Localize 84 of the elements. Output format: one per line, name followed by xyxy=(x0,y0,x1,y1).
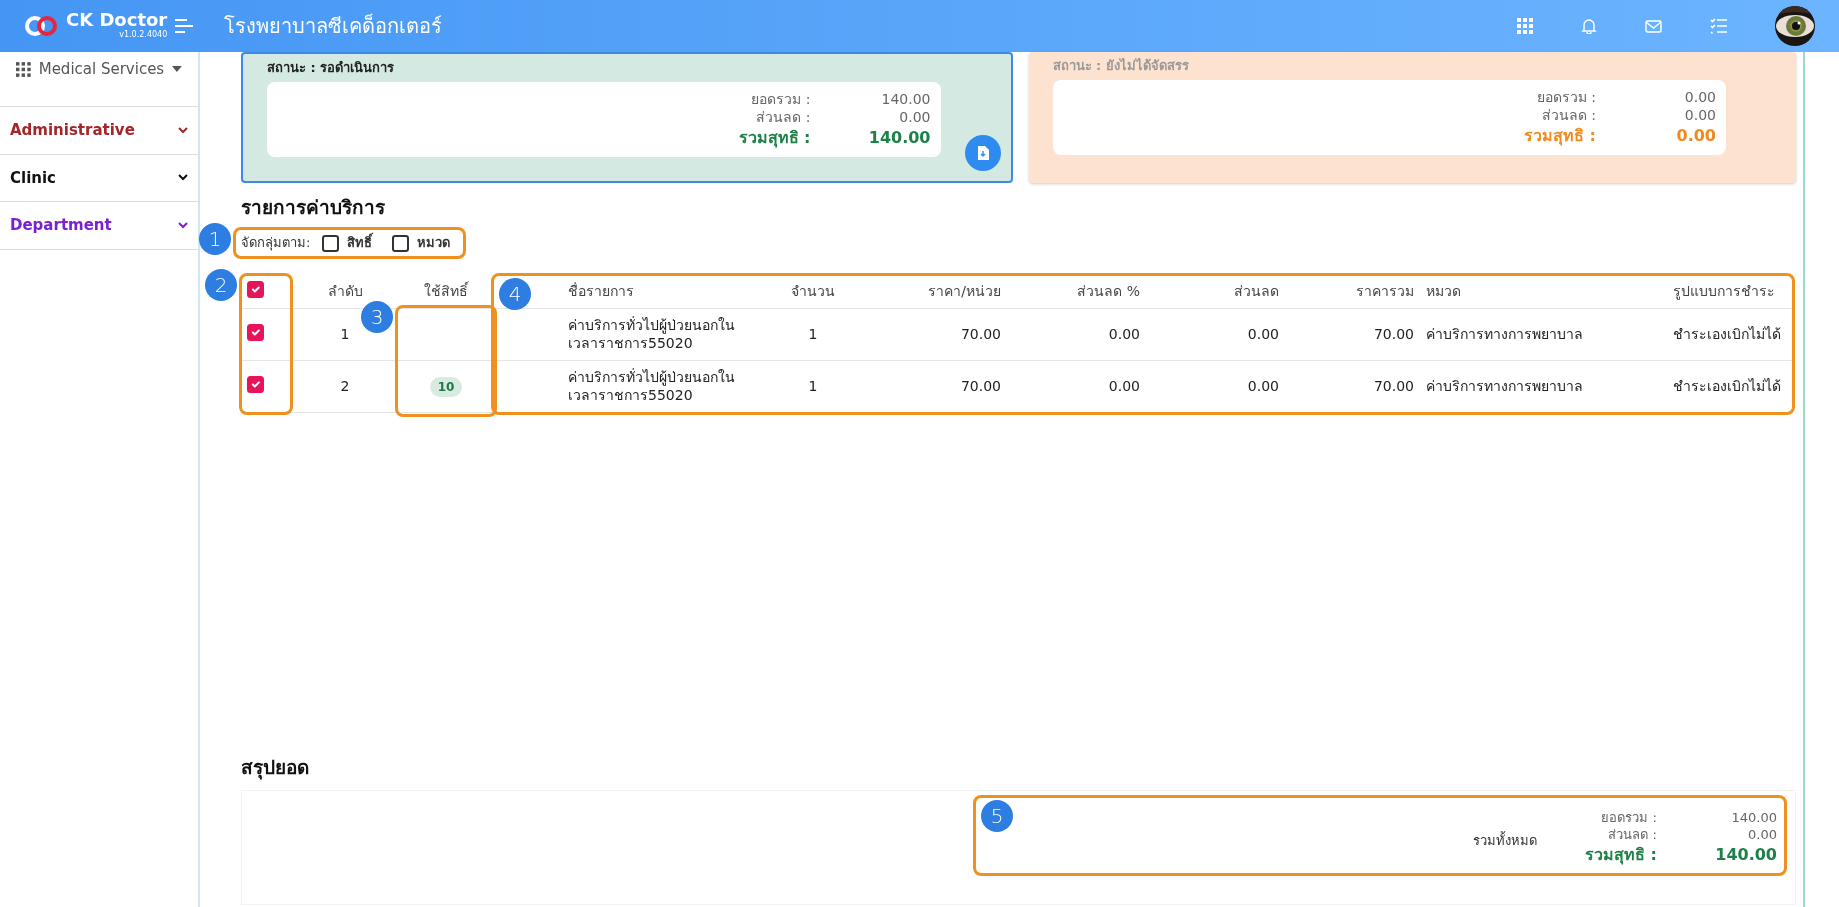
table-cell: 0.00 xyxy=(1108,326,1140,343)
table-cell: 70.00 xyxy=(960,326,1001,343)
column-header: หมวด xyxy=(1426,283,1461,300)
table-cell: 0.00 xyxy=(1108,378,1140,395)
row-checkbox[interactable] xyxy=(247,324,264,342)
table-cell: ค่าบริการทางการพยาบาล xyxy=(1426,326,1583,343)
amount-value: 140.00 xyxy=(880,89,931,109)
net-value: 0.00 xyxy=(1675,125,1716,147)
chevron-icon[interactable] xyxy=(178,221,188,229)
column-header: ชื่อรายการ xyxy=(568,283,634,300)
checkbox[interactable] xyxy=(322,234,340,252)
table-cell: 0.00 xyxy=(1247,378,1279,395)
table-cell: ชำระเองเบิกไม่ได้ xyxy=(1673,326,1781,343)
checklist-icon[interactable] xyxy=(1710,18,1727,34)
caret-icon[interactable] xyxy=(172,66,182,72)
table-cell: 70.00 xyxy=(1373,326,1414,343)
amount-value: 0.00 xyxy=(1683,106,1716,126)
column-header: ส่วนลด % xyxy=(1077,283,1140,300)
chevron-icon[interactable] xyxy=(178,126,188,134)
column-header: ราคารวม xyxy=(1356,283,1414,300)
annotation-marker: 5 xyxy=(981,799,1014,832)
table-cell: 1 xyxy=(340,326,350,343)
bell-icon[interactable] xyxy=(1581,18,1597,34)
menu-icon[interactable] xyxy=(175,19,194,33)
amount-value: 0.00 xyxy=(898,108,931,128)
annotation-marker: 4 xyxy=(499,277,531,310)
amount-label: ยอดรวม : xyxy=(750,89,811,109)
table-cell: ชำระเองเบิกไม่ได้ xyxy=(1673,378,1781,395)
column-header: จำนวน xyxy=(791,283,835,300)
net-value: 140.00 xyxy=(1714,843,1777,866)
annotation-marker: 1 xyxy=(199,223,231,256)
amount-label: ยอดรวม : xyxy=(1600,808,1657,827)
table-cell: 1 xyxy=(808,378,818,395)
sidebar-item[interactable]: Administrative xyxy=(10,119,135,142)
amount-label: ยอดรวม : xyxy=(1535,87,1596,107)
services-dropdown[interactable]: Medical Services xyxy=(38,57,165,81)
table-cell-text: ค่าบริการทั่วไปผู้ป่วยนอกในเวลาราชการ55020 xyxy=(568,367,736,405)
total-caption: รวมทั้งหมด xyxy=(1473,830,1538,850)
column-header: ใช้สิทธิ์ xyxy=(424,283,468,300)
net-value: 140.00 xyxy=(867,127,931,149)
hospital-name: โรงพยาบาลซีเคด็อกเตอร์ xyxy=(224,12,443,40)
amount-label: ส่วนลด : xyxy=(1540,106,1596,126)
select-all-checkbox[interactable] xyxy=(247,281,264,299)
document-button[interactable] xyxy=(964,134,1001,171)
app-name: CK Doctor xyxy=(66,11,168,29)
annotation-marker: 2 xyxy=(205,268,237,301)
amount-value: 140.00 xyxy=(1730,808,1777,827)
amount-label: ส่วนลด : xyxy=(1607,826,1657,844)
table-cell: 1 xyxy=(808,326,818,343)
rights-badge: 10 xyxy=(429,377,463,398)
table-cell: 2 xyxy=(340,378,350,395)
group-by-label: จัดกลุ่มตาม: xyxy=(241,234,311,253)
amount-value: 0.00 xyxy=(1747,826,1777,844)
column-header: ลำดับ xyxy=(327,283,363,300)
row-checkbox[interactable] xyxy=(247,376,264,394)
version-text: v1.0.2.4040 xyxy=(118,29,168,41)
amount-value: 0.00 xyxy=(1683,87,1716,107)
column-header: รูปแบบการชำระ xyxy=(1673,283,1775,300)
apps-icon[interactable] xyxy=(1517,18,1533,34)
annotation-marker: 3 xyxy=(361,300,393,333)
table-cell: 70.00 xyxy=(1373,378,1414,395)
net-label: รวมสุทธิ : xyxy=(1524,125,1596,147)
sidebar-item[interactable]: Department xyxy=(10,214,112,237)
section-title: สรุปยอด xyxy=(241,755,310,782)
grid-icon xyxy=(16,61,31,77)
status-text: สถานะ : ยังไม่ได้จัดสรร xyxy=(1052,57,1190,75)
table-cell: ค่าบริการทางการพยาบาล xyxy=(1426,378,1583,395)
table-cell-text: ค่าบริการทั่วไปผู้ป่วยนอกในเวลาราชการ55020 xyxy=(568,315,736,353)
document-icon xyxy=(976,145,989,160)
checkbox[interactable] xyxy=(392,234,410,252)
sidebar-item[interactable]: Clinic xyxy=(10,166,56,189)
column-header: ราคา/หน่วย xyxy=(928,283,1001,300)
option-label: หมวด xyxy=(417,234,451,253)
section-title: รายการค่าบริการ xyxy=(241,194,386,220)
logo-icon xyxy=(24,15,58,37)
amount-label: ส่วนลด : xyxy=(755,108,811,128)
table-cell: 70.00 xyxy=(960,378,1001,395)
net-label: รวมสุทธิ : xyxy=(738,127,811,149)
net-label: รวมสุทธิ : xyxy=(1585,843,1657,866)
status-text: สถานะ : รอดำเนินการ xyxy=(267,59,396,77)
column-header: ส่วนลด xyxy=(1234,283,1279,300)
option-label: สิทธิ์ xyxy=(347,233,373,253)
table-cell: 0.00 xyxy=(1247,326,1279,343)
chevron-icon[interactable] xyxy=(178,174,188,182)
